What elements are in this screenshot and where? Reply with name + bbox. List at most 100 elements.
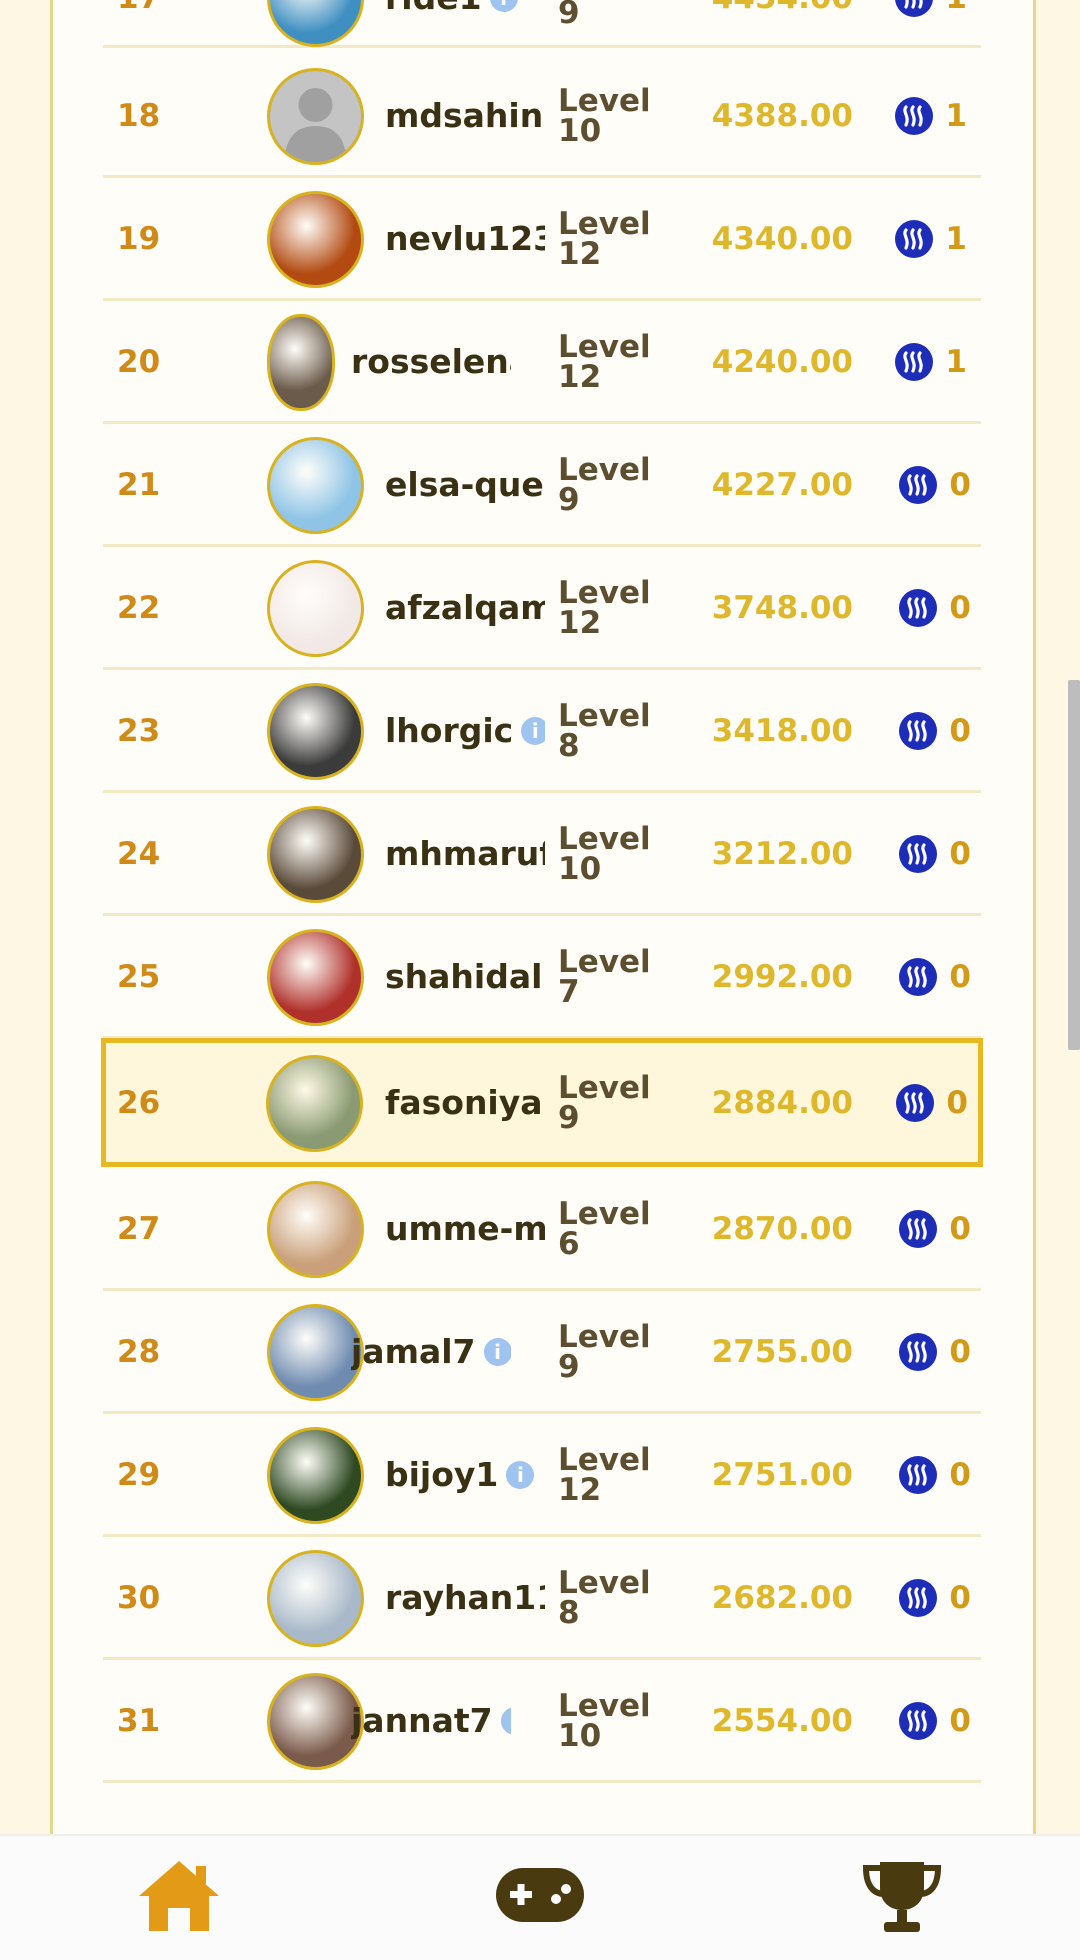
user-avatar[interactable] xyxy=(267,1303,364,1401)
leaderboard-row[interactable]: 22 afzalqam Level 12 3748.00 0 xyxy=(103,548,981,670)
reward-value: 1 xyxy=(945,97,967,134)
reward-value: 0 xyxy=(949,589,971,626)
rank-number: 31 xyxy=(117,1702,161,1739)
steem-coin-icon xyxy=(895,0,934,17)
username-text: jannat7 xyxy=(351,1701,493,1740)
user-avatar[interactable] xyxy=(267,0,364,47)
user-score: 4227.00 xyxy=(711,466,853,503)
user-avatar[interactable] xyxy=(267,1672,364,1770)
reward-value: 0 xyxy=(949,958,971,995)
username[interactable]: elsa-quee xyxy=(385,425,545,544)
scrollbar[interactable] xyxy=(1068,680,1080,1050)
rank-number: 22 xyxy=(117,589,161,626)
user-avatar[interactable] xyxy=(267,1180,364,1278)
leaderboard-row[interactable]: 25 shahidali Level 7 2992.00 0 xyxy=(103,917,981,1039)
user-score: 4240.00 xyxy=(711,343,853,380)
user-level: Level 7 xyxy=(558,943,651,1010)
username-text: afzalqam xyxy=(385,588,545,627)
leaderboard-row[interactable]: 18 mdsahin1 Level 10 4388.00 1 xyxy=(103,56,981,178)
bottom-nav xyxy=(0,1834,1080,1960)
rank-number: 21 xyxy=(117,466,161,503)
steem-reward: 0 xyxy=(899,794,971,913)
username[interactable]: rayhan111 xyxy=(385,1538,545,1657)
username[interactable]: lhorgic i xyxy=(385,671,545,790)
username[interactable]: nevlu123 xyxy=(385,179,545,298)
username[interactable]: fasoniya xyxy=(385,1043,543,1162)
steem-coin-icon xyxy=(899,1701,938,1740)
user-avatar[interactable] xyxy=(267,928,364,1026)
user-level: Level 12 xyxy=(558,1441,651,1508)
reward-value: 0 xyxy=(949,712,971,749)
username[interactable]: umme-mc xyxy=(385,1169,545,1288)
user-avatar[interactable] xyxy=(267,559,364,657)
username[interactable]: mdsahin1 xyxy=(385,56,545,175)
leaderboard-row[interactable]: 24 mhmaruf Level 10 3212.00 0 xyxy=(103,794,981,916)
steem-reward: 1 xyxy=(895,0,967,45)
username-text: umme-mc xyxy=(385,1209,545,1248)
gamepad-icon xyxy=(496,1868,584,1922)
username[interactable]: bijoy1 i xyxy=(385,1415,535,1534)
username-text: nevlu123 xyxy=(385,219,545,258)
user-avatar[interactable] xyxy=(267,1426,364,1524)
username-text: mdsahin1 xyxy=(385,96,545,135)
user-score: 2992.00 xyxy=(711,958,853,995)
info-icon[interactable]: i xyxy=(521,716,545,745)
leaderboard-row[interactable]: 28 jamal7 i Level 9 2755.00 0 xyxy=(103,1292,981,1414)
info-icon[interactable]: i xyxy=(506,1460,535,1489)
leaderboard-row[interactable]: 23 lhorgic i Level 8 3418.00 0 xyxy=(103,671,981,793)
user-avatar[interactable] xyxy=(266,1054,363,1152)
user-avatar[interactable] xyxy=(267,1549,364,1647)
username[interactable]: shahidali xyxy=(385,917,545,1036)
reward-value: 1 xyxy=(945,343,967,380)
username-text: lhorgic xyxy=(385,711,514,750)
user-avatar[interactable] xyxy=(267,313,335,411)
username[interactable]: afzalqam xyxy=(385,548,545,667)
user-score: 2884.00 xyxy=(711,1084,853,1121)
user-avatar[interactable] xyxy=(267,190,364,288)
user-avatar[interactable] xyxy=(267,436,364,534)
username[interactable]: rosselenai xyxy=(351,302,511,421)
steem-reward: 0 xyxy=(899,1292,971,1411)
nav-games-button[interactable] xyxy=(494,1866,586,1928)
user-avatar[interactable] xyxy=(267,805,364,903)
leaderboard-row-current-user[interactable]: 26 fasoniya Level 9 2884.00 0 xyxy=(101,1038,983,1167)
user-score: 2755.00 xyxy=(711,1333,853,1370)
leaderboard-row[interactable]: 30 rayhan111 Level 8 2682.00 0 xyxy=(103,1538,981,1660)
rank-number: 20 xyxy=(117,343,161,380)
user-avatar[interactable] xyxy=(267,67,364,165)
user-level: Level 10 xyxy=(558,82,651,149)
steem-reward: 0 xyxy=(899,425,971,544)
steem-reward: 0 xyxy=(899,1415,971,1534)
leaderboard-row[interactable]: 31 jannat7i Level 10 2554.00 0 xyxy=(103,1661,981,1783)
reward-value: 0 xyxy=(949,466,971,503)
info-icon[interactable]: i xyxy=(489,0,518,12)
info-icon[interactable]: i xyxy=(483,1337,511,1366)
reward-value: 0 xyxy=(949,1702,971,1739)
leaderboard-row[interactable]: 19 nevlu123 Level 12 4340.00 1 xyxy=(103,179,981,301)
leaderboard-row[interactable]: 29 bijoy1 i Level 12 2751.00 0 xyxy=(103,1415,981,1537)
leaderboard-row[interactable]: 27 umme-mc Level 6 2870.00 0 xyxy=(103,1169,981,1291)
nav-home-button[interactable] xyxy=(136,1858,222,1938)
username-text: rayhan111 xyxy=(385,1578,545,1617)
username[interactable]: mhmaruf xyxy=(385,794,545,913)
steem-reward: 0 xyxy=(899,1661,971,1780)
username-text: ride1 xyxy=(385,0,482,17)
home-icon xyxy=(139,1861,219,1931)
username[interactable]: ride1 i xyxy=(385,0,518,45)
rank-number: 24 xyxy=(117,835,161,872)
username[interactable]: jamal7 i xyxy=(351,1292,511,1411)
reward-value: 1 xyxy=(945,0,967,16)
username[interactable]: jannat7i xyxy=(351,1661,511,1780)
nav-leaderboard-button[interactable] xyxy=(860,1858,944,1940)
leaderboard-row[interactable]: 17 ride1 i Level 9 4454.00 1 xyxy=(103,0,981,48)
steem-coin-icon xyxy=(895,219,934,258)
user-avatar[interactable] xyxy=(267,682,364,780)
steem-coin-icon xyxy=(896,1083,935,1122)
user-level: Level 10 xyxy=(558,820,651,887)
user-score: 4340.00 xyxy=(711,220,853,257)
steem-coin-icon xyxy=(899,465,938,504)
leaderboard-row[interactable]: 21 elsa-quee Level 9 4227.00 0 xyxy=(103,425,981,547)
info-icon[interactable]: i xyxy=(500,1706,511,1735)
username-text: fasoniya xyxy=(385,1083,543,1122)
leaderboard-row[interactable]: 20 rosselenai Level 12 4240.00 1 xyxy=(103,302,981,424)
